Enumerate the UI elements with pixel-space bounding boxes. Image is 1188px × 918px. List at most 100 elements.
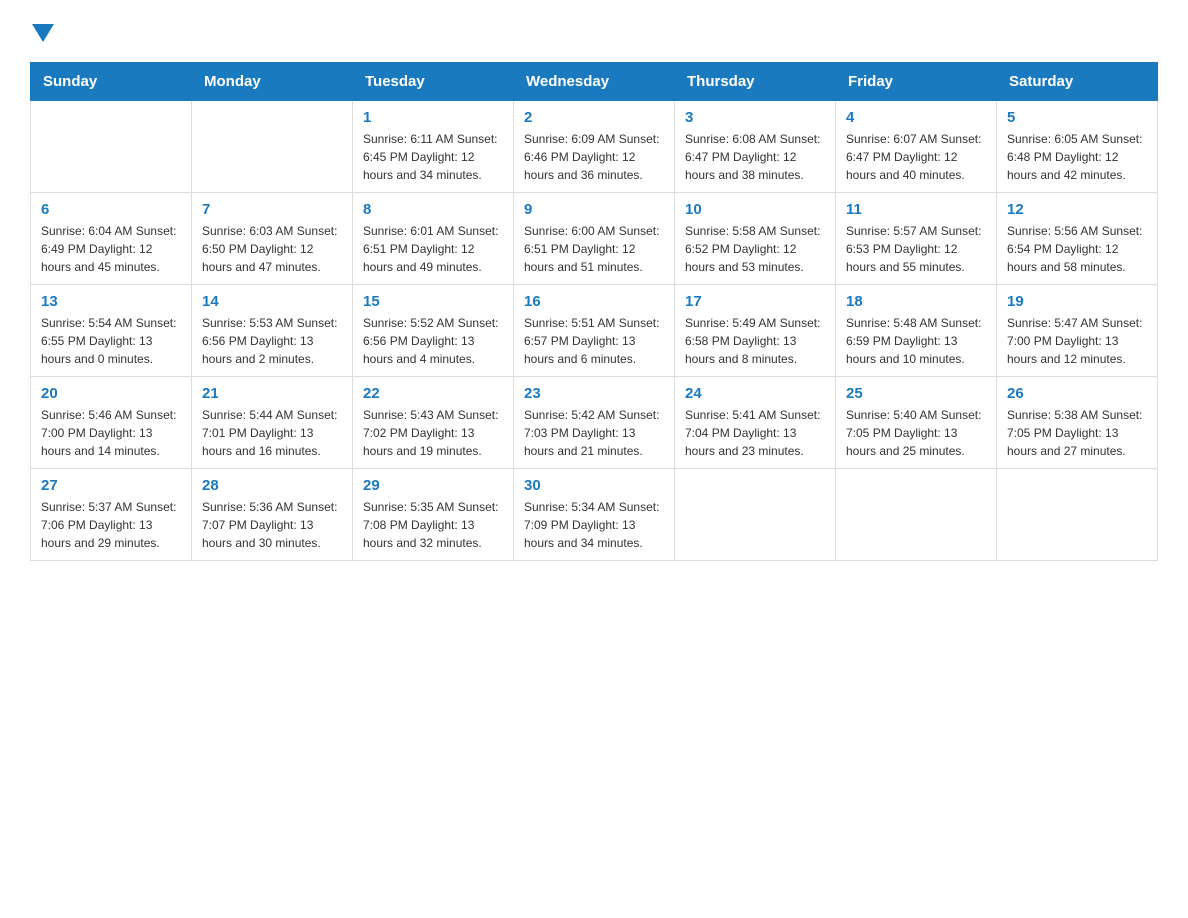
week-row-3: 20 Sunrise: 5:46 AM Sunset: 7:00 PM Dayli… (31, 377, 1158, 469)
day-number: 7 (202, 201, 342, 218)
header-cell-saturday: Saturday (997, 63, 1158, 101)
day-cell: 3Sunrise: 6:08 AM Sunset: 6:47 PM Daylig… (675, 101, 836, 193)
day-info: Sunrise: 5:43 AM Sunset: 7:02 PM Dayligh… (363, 406, 503, 460)
day-cell: 4 Sunrise: 6:07 AM Sunset: 6:47 PM Daylig… (836, 101, 997, 193)
day-cell: 16 Sunrise: 5:51 AM Sunset: 6:57 PM Dayli… (514, 285, 675, 377)
day-number: 10 (685, 201, 825, 218)
day-number: 25 (846, 385, 986, 402)
day-cell: 7 Sunrise: 6:03 AM Sunset: 6:50 PM Daylig… (192, 193, 353, 285)
day-number: 29 (363, 477, 503, 494)
day-info: Sunrise: 5:40 AM Sunset: 7:05 PM Dayligh… (846, 406, 986, 460)
day-cell (836, 469, 997, 561)
day-number: 19 (1007, 293, 1147, 310)
day-cell: 18 Sunrise: 5:48 AM Sunset: 6:59 PM Dayli… (836, 285, 997, 377)
day-number: 24 (685, 385, 825, 402)
day-cell: 29 Sunrise: 5:35 AM Sunset: 7:08 PM Dayli… (353, 469, 514, 561)
day-cell: 14 Sunrise: 5:53 AM Sunset: 6:56 PM Dayli… (192, 285, 353, 377)
day-number: 14 (202, 293, 342, 310)
day-cell (997, 469, 1158, 561)
day-cell (192, 101, 353, 193)
header-cell-sunday: Sunday (31, 63, 192, 101)
day-cell: 11 Sunrise: 5:57 AM Sunset: 6:53 PM Dayli… (836, 193, 997, 285)
day-number: 22 (363, 385, 503, 402)
day-number: 1 (363, 109, 503, 126)
day-cell: 24Sunrise: 5:41 AM Sunset: 7:04 PM Dayli… (675, 377, 836, 469)
day-number: 23 (524, 385, 664, 402)
day-info: Sunrise: 5:52 AM Sunset: 6:56 PM Dayligh… (363, 314, 503, 368)
day-cell: 10 Sunrise: 5:58 AM Sunset: 6:52 PM Dayli… (675, 193, 836, 285)
day-number: 18 (846, 293, 986, 310)
day-info: Sunrise: 6:04 AM Sunset: 6:49 PM Dayligh… (41, 222, 181, 276)
day-number: 2 (524, 109, 664, 126)
day-cell (31, 101, 192, 193)
day-cell: 1 Sunrise: 6:11 AM Sunset: 6:45 PM Daylig… (353, 101, 514, 193)
header-cell-thursday: Thursday (675, 63, 836, 101)
day-cell: 12 Sunrise: 5:56 AM Sunset: 6:54 PM Dayli… (997, 193, 1158, 285)
day-cell: 25 Sunrise: 5:40 AM Sunset: 7:05 PM Dayli… (836, 377, 997, 469)
day-number: 13 (41, 293, 181, 310)
day-cell: 30 Sunrise: 5:34 AM Sunset: 7:09 PM Dayli… (514, 469, 675, 561)
day-info: Sunrise: 6:11 AM Sunset: 6:45 PM Dayligh… (363, 130, 503, 184)
day-cell: 9 Sunrise: 6:00 AM Sunset: 6:51 PM Daylig… (514, 193, 675, 285)
day-info: Sunrise: 5:44 AM Sunset: 7:01 PM Dayligh… (202, 406, 342, 460)
day-number: 16 (524, 293, 664, 310)
day-info: Sunrise: 5:49 AM Sunset: 6:58 PM Dayligh… (685, 314, 825, 368)
day-number: 5 (1007, 109, 1147, 126)
day-info: Sunrise: 5:51 AM Sunset: 6:57 PM Dayligh… (524, 314, 664, 368)
day-number: 26 (1007, 385, 1147, 402)
day-cell: 17Sunrise: 5:49 AM Sunset: 6:58 PM Dayli… (675, 285, 836, 377)
day-info: Sunrise: 5:57 AM Sunset: 6:53 PM Dayligh… (846, 222, 986, 276)
week-row-1: 6Sunrise: 6:04 AM Sunset: 6:49 PM Daylig… (31, 193, 1158, 285)
day-number: 30 (524, 477, 664, 494)
day-cell: 5 Sunrise: 6:05 AM Sunset: 6:48 PM Daylig… (997, 101, 1158, 193)
day-info: Sunrise: 6:05 AM Sunset: 6:48 PM Dayligh… (1007, 130, 1147, 184)
calendar-header: SundayMondayTuesdayWednesdayThursdayFrid… (31, 63, 1158, 101)
day-cell: 15 Sunrise: 5:52 AM Sunset: 6:56 PM Dayli… (353, 285, 514, 377)
day-info: Sunrise: 5:34 AM Sunset: 7:09 PM Dayligh… (524, 498, 664, 552)
day-info: Sunrise: 5:46 AM Sunset: 7:00 PM Dayligh… (41, 406, 181, 460)
day-cell: 21 Sunrise: 5:44 AM Sunset: 7:01 PM Dayli… (192, 377, 353, 469)
day-info: Sunrise: 5:42 AM Sunset: 7:03 PM Dayligh… (524, 406, 664, 460)
day-info: Sunrise: 5:48 AM Sunset: 6:59 PM Dayligh… (846, 314, 986, 368)
page-header (30, 20, 1158, 42)
day-info: Sunrise: 6:03 AM Sunset: 6:50 PM Dayligh… (202, 222, 342, 276)
day-info: Sunrise: 5:53 AM Sunset: 6:56 PM Dayligh… (202, 314, 342, 368)
day-info: Sunrise: 5:35 AM Sunset: 7:08 PM Dayligh… (363, 498, 503, 552)
day-info: Sunrise: 6:08 AM Sunset: 6:47 PM Dayligh… (685, 130, 825, 184)
day-cell (675, 469, 836, 561)
day-info: Sunrise: 6:09 AM Sunset: 6:46 PM Dayligh… (524, 130, 664, 184)
day-info: Sunrise: 5:38 AM Sunset: 7:05 PM Dayligh… (1007, 406, 1147, 460)
day-info: Sunrise: 6:01 AM Sunset: 6:51 PM Dayligh… (363, 222, 503, 276)
header-cell-tuesday: Tuesday (353, 63, 514, 101)
day-cell: 13Sunrise: 5:54 AM Sunset: 6:55 PM Dayli… (31, 285, 192, 377)
day-info: Sunrise: 5:58 AM Sunset: 6:52 PM Dayligh… (685, 222, 825, 276)
week-row-4: 27Sunrise: 5:37 AM Sunset: 7:06 PM Dayli… (31, 469, 1158, 561)
header-cell-wednesday: Wednesday (514, 63, 675, 101)
day-cell: 19Sunrise: 5:47 AM Sunset: 7:00 PM Dayli… (997, 285, 1158, 377)
day-number: 4 (846, 109, 986, 126)
day-cell: 23 Sunrise: 5:42 AM Sunset: 7:03 PM Dayli… (514, 377, 675, 469)
day-cell: 22 Sunrise: 5:43 AM Sunset: 7:02 PM Dayli… (353, 377, 514, 469)
day-number: 28 (202, 477, 342, 494)
day-info: Sunrise: 5:56 AM Sunset: 6:54 PM Dayligh… (1007, 222, 1147, 276)
header-cell-monday: Monday (192, 63, 353, 101)
day-number: 20 (41, 385, 181, 402)
calendar-body: 1 Sunrise: 6:11 AM Sunset: 6:45 PM Daylig… (31, 101, 1158, 561)
week-row-0: 1 Sunrise: 6:11 AM Sunset: 6:45 PM Daylig… (31, 101, 1158, 193)
day-number: 12 (1007, 201, 1147, 218)
day-info: Sunrise: 6:00 AM Sunset: 6:51 PM Dayligh… (524, 222, 664, 276)
header-cell-friday: Friday (836, 63, 997, 101)
day-cell: 8 Sunrise: 6:01 AM Sunset: 6:51 PM Daylig… (353, 193, 514, 285)
day-cell: 20 Sunrise: 5:46 AM Sunset: 7:00 PM Dayli… (31, 377, 192, 469)
day-number: 9 (524, 201, 664, 218)
day-info: Sunrise: 6:07 AM Sunset: 6:47 PM Dayligh… (846, 130, 986, 184)
day-number: 21 (202, 385, 342, 402)
logo (30, 20, 54, 42)
day-number: 8 (363, 201, 503, 218)
logo-triangle-icon (32, 24, 54, 42)
day-info: Sunrise: 5:37 AM Sunset: 7:06 PM Dayligh… (41, 498, 181, 552)
day-number: 11 (846, 201, 986, 218)
day-number: 15 (363, 293, 503, 310)
day-cell: 26 Sunrise: 5:38 AM Sunset: 7:05 PM Dayli… (997, 377, 1158, 469)
day-cell: 28Sunrise: 5:36 AM Sunset: 7:07 PM Dayli… (192, 469, 353, 561)
